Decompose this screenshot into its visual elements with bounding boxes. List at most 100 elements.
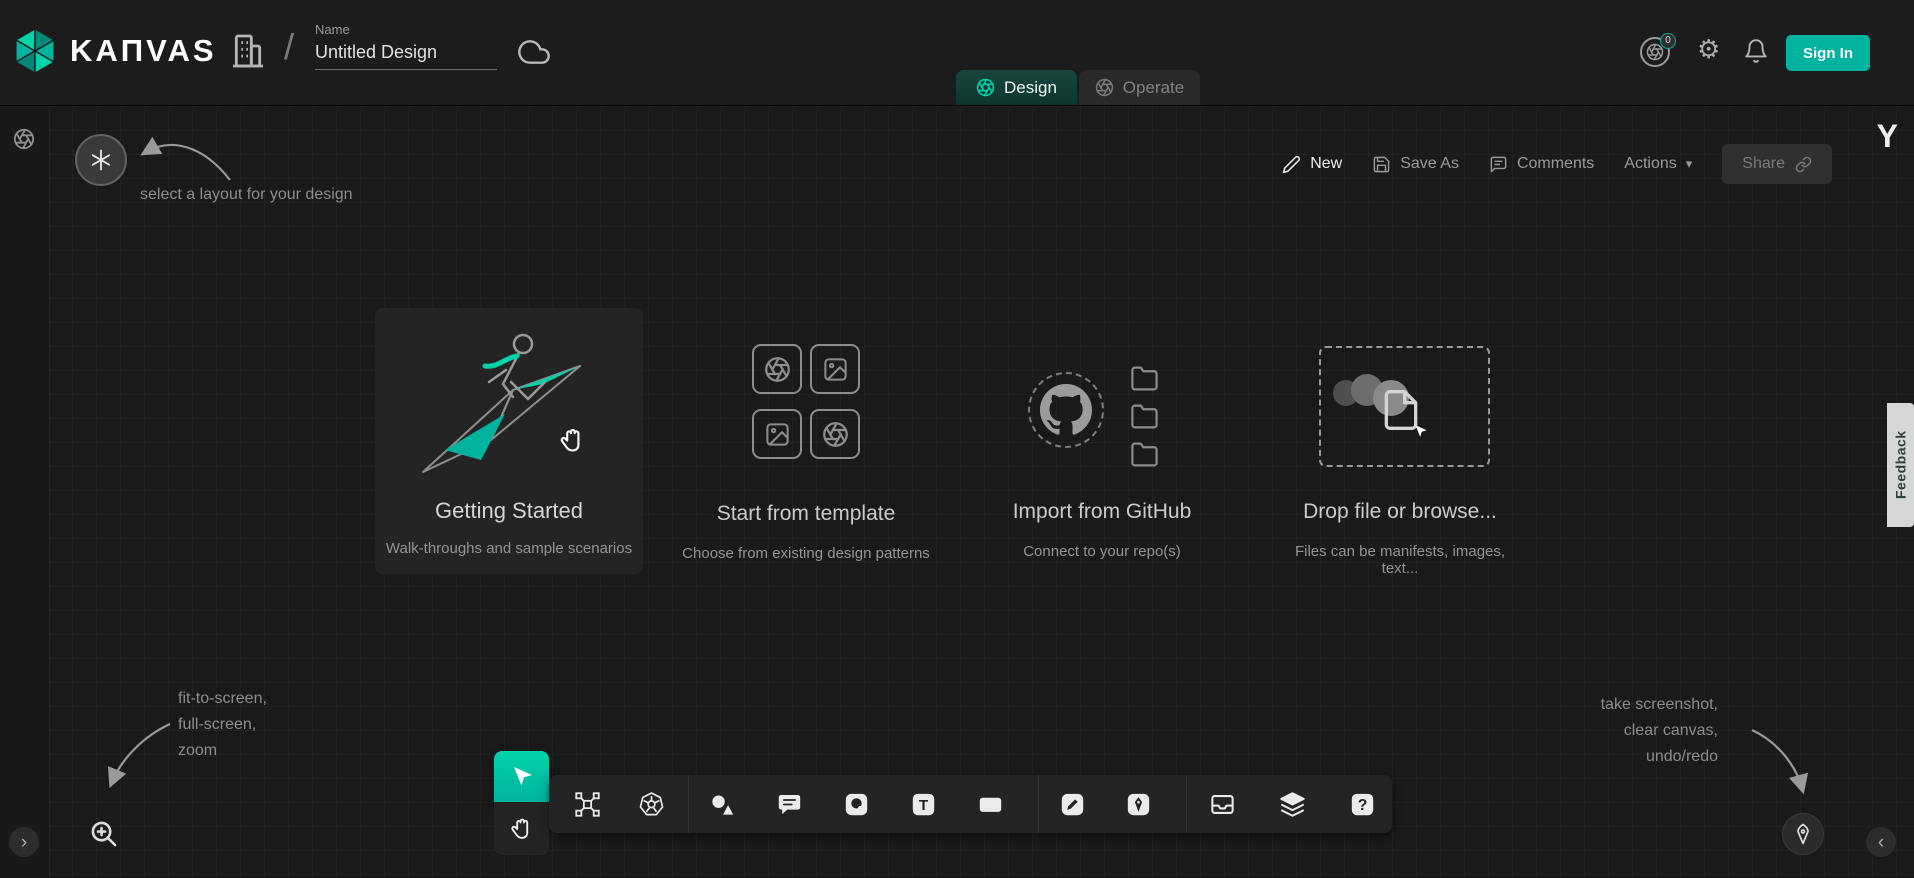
getting-started-subtitle: Walk-throughs and sample scenarios (375, 540, 643, 557)
zoom-button[interactable] (88, 818, 119, 852)
schema-tool-button[interactable] (555, 775, 619, 833)
comments-icon (1489, 155, 1508, 174)
design-tab-icon (976, 78, 995, 97)
new-design-button[interactable]: New (1282, 155, 1342, 174)
drop-file-title: Drop file or browse... (1290, 500, 1510, 524)
layout-hint-text: select a layout for your design (140, 182, 353, 208)
media-icon (843, 791, 870, 818)
edit-icon (1059, 791, 1086, 818)
comments-button[interactable]: Comments (1489, 155, 1594, 174)
chevron-down-icon: ▾ (1686, 156, 1693, 172)
screenshot-hint-arrow (1746, 724, 1810, 800)
snowflake-icon (89, 148, 113, 172)
folder-icon (1130, 440, 1159, 469)
layer5-logo: Y (1877, 118, 1898, 155)
dock-group-draw (1038, 775, 1171, 833)
kanvas-app: KAΠVAS / Name Design Operate 0 (0, 0, 1914, 878)
breadcrumb-separator: / (284, 26, 294, 68)
github-subtitle: Connect to your repo(s) (1002, 543, 1202, 560)
github-title: Import from GitHub (1002, 500, 1202, 524)
media-tool-button[interactable] (823, 775, 890, 833)
help-icon (1349, 791, 1376, 818)
cursor-icon (1413, 424, 1428, 444)
design-name-input[interactable] (315, 40, 497, 70)
actions-label: Actions (1624, 155, 1676, 173)
pen-mode-button[interactable] (1782, 813, 1824, 855)
dock-group-annotate (688, 775, 1024, 833)
comment-tool-button[interactable] (756, 775, 823, 833)
drop-file-card[interactable] (1319, 346, 1490, 467)
shapes-icon (709, 791, 736, 818)
building-icon (228, 31, 268, 71)
pan-tool-button[interactable] (494, 802, 549, 855)
credits-icon[interactable]: 0 (1640, 37, 1670, 67)
comment-icon (776, 791, 803, 818)
share-label: Share (1742, 155, 1785, 173)
share-button[interactable]: Share (1722, 144, 1832, 184)
dock-group-misc (1186, 775, 1397, 833)
magnifier-icon (88, 818, 119, 849)
text-tool-button[interactable] (890, 775, 957, 833)
kubernetes-icon (638, 791, 665, 818)
settings-icon[interactable]: ⚙ (1697, 36, 1720, 62)
hand-cursor (558, 426, 586, 459)
operate-tab-icon (1095, 78, 1114, 97)
tab-operate[interactable]: Operate (1079, 70, 1200, 105)
collapse-right-panel-button[interactable]: ‹ (1866, 827, 1896, 857)
template-tile-design-icon (752, 344, 802, 394)
getting-started-illustration (393, 320, 625, 492)
template-title: Start from template (672, 502, 940, 526)
text-icon (910, 791, 937, 818)
expand-left-panel-button[interactable]: › (9, 827, 39, 857)
feedback-tab[interactable]: Feedback (1887, 403, 1914, 527)
bell-icon (1743, 38, 1769, 64)
save-as-label: Save As (1400, 155, 1459, 173)
cloud-sync-icon (518, 36, 550, 73)
dock-group-structure (555, 775, 683, 833)
organization-icon[interactable] (228, 31, 268, 74)
tab-design[interactable]: Design (956, 70, 1077, 105)
help-button[interactable] (1327, 775, 1397, 833)
start-from-template-card[interactable] (752, 344, 860, 459)
operate-tab-label: Operate (1123, 78, 1184, 98)
link-icon (1795, 156, 1812, 173)
credits-badge: 0 (1660, 33, 1676, 49)
meshery-spinner-icon (13, 128, 35, 150)
template-tile-image-icon (752, 409, 802, 459)
design-tab-label: Design (1004, 78, 1057, 98)
zoom-hint-arrow (100, 718, 180, 794)
import-from-github-card[interactable] (1020, 364, 1200, 464)
select-tool-button[interactable] (494, 751, 549, 802)
kubernetes-tool-button[interactable] (619, 775, 683, 833)
template-subtitle: Choose from existing design patterns (672, 545, 940, 562)
draw-tool-button[interactable] (1105, 775, 1171, 833)
kanvas-logo-text: KAΠVAS (70, 33, 217, 69)
getting-started-card[interactable] (375, 308, 643, 574)
pen-nib-icon (1791, 822, 1815, 846)
pen-icon (1125, 791, 1152, 818)
components-drawer-button[interactable] (1187, 775, 1257, 833)
design-name-field: Name (315, 22, 497, 70)
sign-in-button[interactable]: Sign In (1786, 35, 1870, 71)
left-panel-rail (0, 106, 50, 878)
drawer-icon (1209, 791, 1236, 818)
layout-selector-button[interactable] (75, 134, 127, 186)
notifications-icon[interactable] (1743, 38, 1769, 67)
save-as-button[interactable]: Save As (1372, 155, 1459, 174)
edit-tool-button[interactable] (1039, 775, 1105, 833)
shapes-tool-button[interactable] (689, 775, 756, 833)
actions-dropdown[interactable]: Actions ▾ (1624, 155, 1692, 173)
screenshot-hint-text: take screenshot, clear canvas, undo/redo (1601, 692, 1718, 770)
kanvas-logo[interactable]: KAΠVAS (12, 28, 217, 74)
canvas-actions-toolbar: New Save As Comments Actions ▾ Share (1282, 142, 1832, 186)
mode-tabs: Design Operate (956, 70, 1200, 105)
save-icon (1372, 155, 1391, 174)
drop-file-subtitle: Files can be manifests, images, text... (1290, 543, 1510, 577)
note-icon (977, 791, 1004, 818)
layers-tool-button[interactable] (1257, 775, 1327, 833)
github-icon (1028, 372, 1104, 448)
layers-icon (1279, 791, 1306, 818)
design-canvas[interactable]: select a layout for your design New Save… (0, 106, 1914, 878)
template-tile-design-icon (810, 409, 860, 459)
note-tool-button[interactable] (957, 775, 1024, 833)
